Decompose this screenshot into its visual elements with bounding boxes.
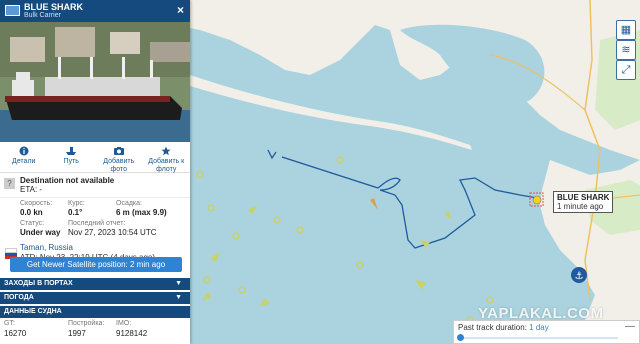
add-photo-action[interactable]: Добавить фото [95, 142, 143, 173]
track-slider[interactable] [458, 337, 618, 339]
map-area[interactable]: ⚓ [190, 0, 640, 344]
imo-value: 9128142 [116, 329, 148, 338]
map-canvas: ⚓ [190, 0, 640, 344]
info-icon [19, 146, 29, 156]
chevron-down-icon: ▼ [175, 294, 182, 301]
last-port-name[interactable]: Taman, Russia [20, 243, 73, 252]
tooltip-vessel-name: BLUE SHARK [557, 193, 610, 202]
minimize-icon[interactable]: — [625, 321, 635, 332]
section-port-calls[interactable]: ЗАХОДЫ В ПОРТАХ ▼ [0, 278, 190, 290]
track-duration-value[interactable]: 1 day [529, 323, 549, 332]
add-to-fleet-label: Добавить к флоту [148, 158, 185, 173]
measure-control[interactable]: ⤢ [616, 60, 636, 80]
report-label: Последний отчет: [68, 220, 126, 227]
route-action[interactable]: Путь [48, 142, 96, 172]
course-value: 0.1° [68, 208, 83, 217]
draught-label: Осадка: [116, 200, 142, 207]
weather-control[interactable]: ≋ [616, 40, 636, 60]
track-duration-panel: Past track duration: 1 day — [453, 320, 640, 344]
add-to-fleet-action[interactable]: Добавить к флоту [143, 142, 191, 173]
gt-label: GT: [4, 320, 15, 327]
flag-icon [5, 5, 20, 16]
lagoon-2 [430, 95, 514, 171]
russia-flag-icon [5, 248, 17, 259]
status-value: Under way [20, 228, 61, 237]
built-label: Постройка: [68, 320, 105, 327]
vessel-type: Bulk Carrier [24, 12, 61, 19]
built-value: 1997 [68, 329, 86, 338]
eta: ETA: - [20, 185, 43, 194]
add-photo-label: Добавить фото [103, 158, 135, 173]
vessel-map-tooltip[interactable]: BLUE SHARK 1 minute ago [553, 191, 614, 213]
navigation-data: Скорость: 0.0 kn Курс: 0.1° Осадка: 6 m … [0, 198, 190, 242]
camera-icon [113, 147, 124, 155]
destination-row: ? Destination not available ETA: - [0, 173, 190, 198]
get-satellite-position-button[interactable]: Get Newer Satellite position: 2 min ago [10, 257, 182, 272]
ship-track-dashed [281, 156, 379, 189]
vessel-actions: Детали Путь Добавить фото Добавить к фло… [0, 142, 190, 173]
imo-label: IMO: [116, 320, 132, 327]
vessel-name: BLUE SHARK [24, 2, 84, 12]
chevron-down-icon: ▼ [175, 280, 182, 287]
ship-photo-image [0, 22, 190, 142]
section-vessel-data[interactable]: ДАННЫЕ СУДНА [0, 306, 190, 318]
land-north [190, 0, 640, 160]
speed-value: 0.0 kn [20, 208, 43, 217]
draught-value: 6 m (max 9.9) [116, 208, 167, 217]
section-weather[interactable]: ПОГОДА ▼ [0, 292, 190, 304]
selected-vessel-marker [532, 195, 542, 205]
vessel-photo[interactable] [0, 22, 190, 142]
details-label: Детали [12, 158, 36, 165]
status-label: Статус: [20, 220, 45, 227]
track-duration-label: Past track duration: [458, 323, 527, 332]
vessel-markers [196, 156, 494, 324]
track-slider-handle[interactable] [457, 334, 464, 341]
close-icon[interactable]: × [177, 3, 184, 17]
route-icon [66, 147, 77, 155]
speed-label: Скорость: [20, 200, 53, 207]
details-action[interactable]: Детали [0, 142, 48, 172]
gt-value: 16270 [4, 329, 27, 338]
destination-status: Destination not available [20, 176, 115, 185]
section-weather-label: ПОГОДА [4, 294, 34, 301]
vessel-header: BLUE SHARK Bulk Carrier × [0, 0, 190, 22]
course-label: Курс: [68, 200, 85, 207]
section-vessel-data-label: ДАННЫЕ СУДНА [4, 308, 62, 315]
unknown-destination-icon: ? [4, 178, 15, 189]
star-icon [161, 146, 171, 156]
route-label: Путь [63, 158, 79, 165]
report-value: Nov 27, 2023 10:54 UTC [68, 228, 157, 237]
tooltip-time: 1 minute ago [557, 202, 604, 211]
svg-text:⚓: ⚓ [575, 271, 584, 282]
sand-spit [190, 75, 472, 150]
section-port-calls-label: ЗАХОДЫ В ПОРТАХ [4, 280, 73, 287]
layers-control[interactable]: ▦ [616, 20, 636, 40]
